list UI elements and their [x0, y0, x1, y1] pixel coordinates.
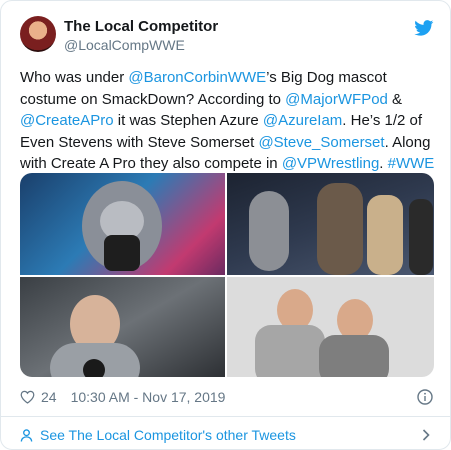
tweet-meta: 24 10:30 AM - Nov 17, 2019 — [20, 387, 225, 407]
heart-icon[interactable] — [20, 390, 35, 404]
tweet-timestamp[interactable]: 10:30 AM - Nov 17, 2019 — [71, 389, 226, 405]
tweet-text-segment: . — [379, 155, 388, 172]
mention-link[interactable]: @BaronCorbinWWE — [128, 69, 266, 86]
user-handle[interactable]: @LocalCompWWE — [64, 36, 218, 54]
tweet-text-segment: & — [387, 90, 403, 108]
media-photo-mascot-stage[interactable] — [20, 173, 225, 275]
tweet-text-segment: it was Stephen Azure — [113, 112, 263, 129]
avatar[interactable] — [20, 16, 56, 52]
divider — [1, 416, 450, 417]
tweet-header: The Local Competitor @LocalCompWWE — [20, 16, 434, 56]
info-icon[interactable] — [417, 389, 433, 405]
see-more-tweets-link[interactable]: See The Local Competitor's other Tweets — [20, 426, 296, 444]
tweet-text-segment: Who was under — [20, 69, 129, 86]
display-name[interactable]: The Local Competitor — [64, 17, 218, 36]
mention-link[interactable]: @AzureIam — [263, 112, 342, 129]
hashtag-link[interactable]: #WWE — [388, 155, 435, 172]
media-photo-even-stevens[interactable] — [227, 277, 434, 377]
person-icon — [20, 428, 33, 442]
media-photo-ring[interactable] — [227, 173, 434, 275]
chevron-right-icon[interactable] — [422, 429, 430, 441]
twitter-bird-icon[interactable] — [414, 20, 434, 36]
media-photo-costume-selfie[interactable] — [20, 277, 225, 377]
mention-link[interactable]: @VPWrestling — [282, 155, 379, 172]
mention-link[interactable]: @MajorWFPod — [285, 91, 388, 108]
see-more-label[interactable]: See The Local Competitor's other Tweets — [40, 427, 296, 443]
mention-link[interactable]: @CreateAPro — [20, 112, 114, 129]
mention-link[interactable]: @Steve_Somerset — [258, 134, 384, 151]
like-count[interactable]: 24 — [41, 389, 57, 405]
media-grid — [20, 173, 434, 377]
user-info[interactable]: The Local Competitor @LocalCompWWE — [64, 17, 218, 54]
tweet-card: The Local Competitor @LocalCompWWE Who w… — [0, 0, 451, 450]
